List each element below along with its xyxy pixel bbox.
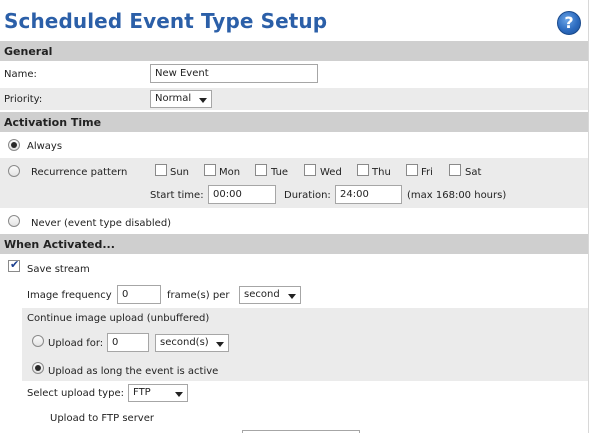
chevron-down-icon	[216, 342, 224, 347]
save-stream-checkbox[interactable]	[8, 258, 20, 272]
help-icon[interactable]: ?	[557, 11, 581, 35]
frequency-unit-value: second	[244, 289, 280, 300]
priority-select-value: Normal	[155, 93, 192, 104]
page-title: Scheduled Event Type Setup	[4, 9, 328, 33]
day-checkbox-tue[interactable]	[255, 164, 267, 176]
section-general-header: General	[0, 41, 588, 61]
upload-for-unit-select[interactable]: second(s)	[155, 334, 229, 352]
day-label-sat: Sat	[465, 167, 482, 178]
day-label-tue: Tue	[271, 167, 289, 178]
never-label: Never (event type disabled)	[31, 218, 172, 229]
frames-per-label: frame(s) per	[167, 290, 230, 301]
priority-label: Priority:	[4, 94, 43, 105]
recurrence-radio[interactable]	[8, 165, 20, 177]
save-stream-label: Save stream	[27, 264, 90, 275]
day-label-mon: Mon	[219, 167, 241, 178]
priority-select[interactable]: Normal	[150, 90, 212, 108]
frequency-unit-select[interactable]: second	[239, 286, 301, 304]
day-label-fri: Fri	[421, 167, 433, 178]
continue-upload-label: Continue image upload (unbuffered)	[27, 313, 210, 324]
start-time-label: Start time:	[150, 190, 204, 201]
section-activation-header: Activation Time	[0, 112, 588, 132]
day-label-thu: Thu	[372, 167, 391, 178]
never-radio[interactable]	[8, 215, 20, 227]
chevron-down-icon	[175, 392, 183, 397]
day-label-sun: Sun	[170, 167, 190, 178]
image-frequency-label: Image frequency	[27, 290, 112, 301]
start-time-input[interactable]: 00:00	[208, 185, 276, 204]
recurrence-label: Recurrence pattern	[31, 167, 128, 178]
upload-type-select[interactable]: FTP	[128, 384, 188, 402]
upload-type-label: Select upload type:	[27, 388, 124, 399]
day-checkbox-sat[interactable]	[449, 164, 461, 176]
name-input[interactable]: New Event	[150, 64, 318, 83]
day-checkbox-fri[interactable]	[406, 164, 418, 176]
upload-active-radio[interactable]	[32, 362, 44, 374]
day-label-wed: Wed	[320, 167, 342, 178]
page-border	[588, 0, 589, 433]
duration-input[interactable]: 24:00	[335, 185, 402, 204]
always-radio[interactable]	[8, 139, 20, 151]
day-checkbox-thu[interactable]	[357, 164, 369, 176]
priority-row	[0, 88, 588, 110]
upload-for-radio[interactable]	[32, 335, 44, 347]
upload-active-label: Upload as long the event is active	[48, 366, 219, 377]
upload-for-unit-value: second(s)	[160, 337, 209, 348]
always-label: Always	[27, 141, 63, 152]
duration-note: (max 168:00 hours)	[407, 190, 507, 201]
chevron-down-icon	[288, 294, 296, 299]
upload-to-label: Upload to FTP server	[50, 413, 154, 424]
day-checkbox-wed[interactable]	[304, 164, 316, 176]
upload-for-label: Upload for:	[48, 338, 104, 349]
day-checkbox-sun[interactable]	[155, 164, 167, 176]
section-when-activated-header: When Activated...	[0, 234, 588, 254]
name-label: Name:	[4, 69, 37, 80]
image-frequency-input[interactable]: 0	[117, 285, 161, 304]
day-checkbox-mon[interactable]	[204, 164, 216, 176]
duration-label: Duration:	[284, 190, 331, 201]
upload-for-input[interactable]: 0	[107, 333, 149, 352]
upload-type-value: FTP	[133, 387, 151, 398]
chevron-down-icon	[199, 98, 207, 103]
